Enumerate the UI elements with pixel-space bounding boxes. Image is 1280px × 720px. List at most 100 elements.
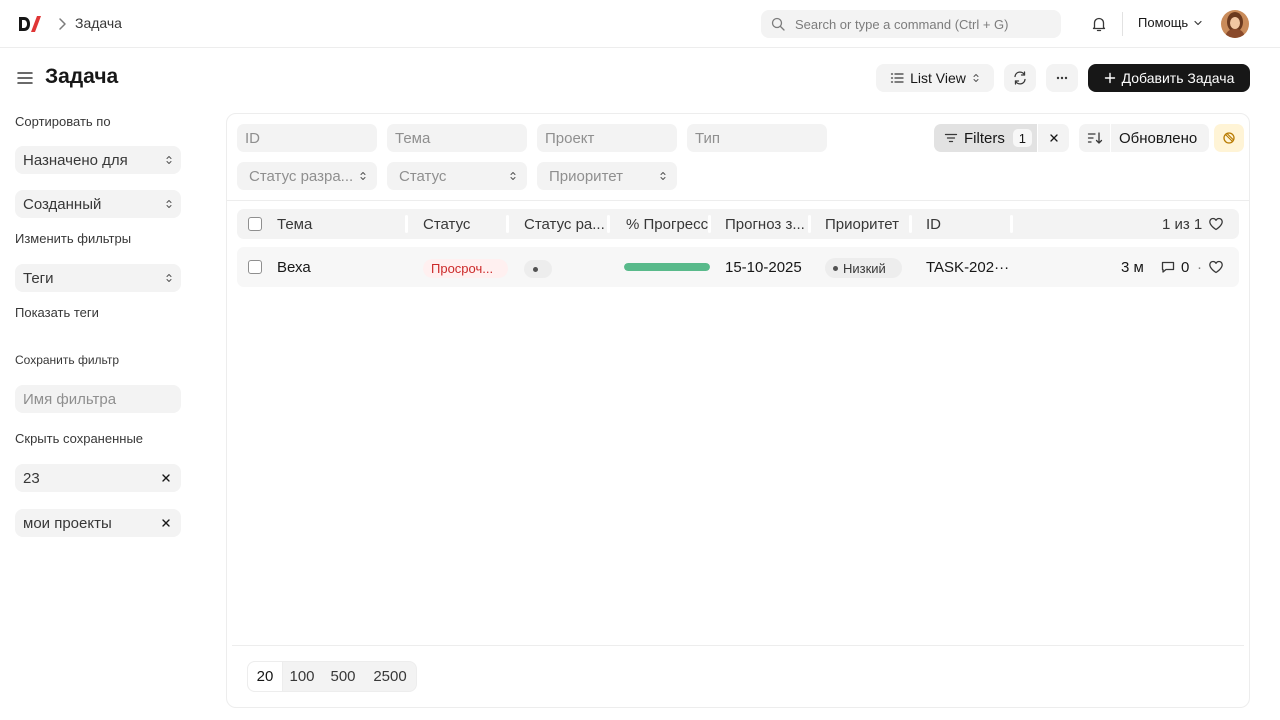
row-subject[interactable]: Веха	[277, 259, 402, 276]
created-by-select[interactable]: Созданный	[15, 190, 181, 218]
priority-filter-select[interactable]: Приоритет	[537, 162, 677, 190]
column-resize-handle[interactable]	[405, 215, 408, 233]
column-header-dev-status[interactable]: Статус ра...	[524, 216, 608, 233]
select-all-checkbox[interactable]	[248, 217, 262, 231]
help-dropdown[interactable]: Помощь	[1138, 15, 1203, 30]
dev-status-filter-select[interactable]: Статус разра...	[237, 162, 377, 190]
priority-dot-icon	[833, 265, 838, 271]
heart-icon[interactable]	[1208, 259, 1224, 275]
user-avatar[interactable]	[1221, 10, 1249, 38]
priority-filter-label: Приоритет	[549, 167, 623, 185]
updown-icon	[360, 172, 366, 180]
user-avatar-icon	[1221, 10, 1249, 38]
progress-bar-fill	[624, 263, 710, 271]
type-filter-input[interactable]	[687, 124, 827, 152]
column-header-subject[interactable]: Тема	[277, 216, 402, 233]
created-by-label: Созданный	[23, 195, 102, 213]
sort-by-label: Сортировать по	[15, 114, 111, 129]
column-resize-handle[interactable]	[708, 215, 711, 233]
search-icon	[771, 17, 785, 31]
heart-icon[interactable]	[1208, 216, 1224, 232]
column-resize-handle[interactable]	[607, 215, 610, 233]
page-size-100-button[interactable]: 100	[282, 662, 322, 691]
breadcrumb-current[interactable]: Задача	[75, 15, 122, 31]
column-resize-handle[interactable]	[909, 215, 912, 233]
more-actions-button[interactable]	[1046, 64, 1078, 92]
bell-icon[interactable]	[1090, 15, 1108, 33]
column-header-priority[interactable]: Приоритет	[825, 216, 907, 233]
close-icon[interactable]	[161, 473, 171, 483]
navbar: Задача Помощь	[0, 0, 1280, 48]
row-id: TASK-202···	[926, 259, 1010, 276]
progress-bar	[624, 263, 710, 271]
ban-icon	[1223, 132, 1235, 144]
row-comment-count: 0	[1181, 259, 1190, 276]
column-header-id[interactable]: ID	[926, 216, 1006, 233]
column-header-progress[interactable]: % Прогресс	[626, 216, 708, 233]
assigned-to-label: Назначено для	[23, 151, 128, 169]
show-tags-link[interactable]: Показать теги	[15, 305, 99, 320]
status-filter-select[interactable]: Статус	[387, 162, 527, 190]
search-bar[interactable]	[761, 10, 1061, 38]
page-size-2500-button[interactable]: 2500	[364, 662, 416, 691]
view-switcher[interactable]: List View	[876, 64, 994, 92]
id-filter-input[interactable]	[237, 124, 377, 152]
priority-badge-label: Низкий	[843, 260, 886, 276]
refresh-icon	[1014, 71, 1026, 85]
dev-status-badge	[524, 260, 552, 278]
sort-descending-icon	[1087, 132, 1102, 144]
updown-icon	[166, 274, 172, 282]
project-filter-input[interactable]	[537, 124, 677, 152]
table-row[interactable]: Веха Просроч... 15-10-2025 Низкий TASK-2…	[237, 247, 1239, 287]
page-size-20-button[interactable]: 20	[248, 662, 282, 691]
filters-label: Filters	[964, 129, 1005, 147]
panel-divider	[227, 200, 1249, 201]
row-separator: ·	[1197, 259, 1202, 276]
search-input[interactable]	[795, 16, 1055, 32]
close-icon	[1049, 134, 1058, 142]
menu-icon[interactable]	[16, 69, 34, 87]
page-length-selector: 20 100 500 2500	[247, 661, 417, 692]
add-task-button[interactable]: Добавить Задача	[1088, 64, 1250, 92]
close-icon[interactable]	[161, 518, 171, 528]
table-header: Тема Статус Статус ра... % Прогресс Прог…	[237, 209, 1239, 239]
status-filter-label: Статус	[399, 167, 447, 185]
help-label: Помощь	[1138, 15, 1189, 30]
edit-filters-link[interactable]: Изменить фильтры	[15, 231, 131, 246]
tags-select[interactable]: Теги	[15, 264, 181, 292]
refresh-button[interactable]	[1004, 64, 1036, 92]
row-modified-time: 3 м	[1121, 259, 1144, 276]
tags-label: Теги	[23, 269, 54, 287]
row-checkbox[interactable]	[248, 260, 262, 274]
column-header-status[interactable]: Статус	[423, 216, 503, 233]
priority-badge: Низкий	[825, 258, 902, 278]
saved-filter-item[interactable]: 23	[15, 464, 181, 492]
list-panel	[226, 113, 1250, 708]
updown-icon	[166, 156, 172, 164]
filters-button[interactable]: Filters 1	[934, 124, 1037, 152]
subject-filter-input[interactable]	[387, 124, 527, 152]
assigned-to-select[interactable]: Назначено для	[15, 146, 181, 174]
plus-icon	[1104, 72, 1115, 84]
filter-name-input[interactable]	[15, 385, 181, 413]
saved-filter-label: мои проекты	[23, 514, 112, 532]
sort-direction-button[interactable]	[1079, 124, 1110, 152]
app-logo-icon[interactable]	[18, 14, 42, 34]
list-icon	[890, 73, 904, 83]
clear-filters-button[interactable]	[1038, 124, 1069, 152]
column-resize-handle[interactable]	[506, 215, 509, 233]
page-title: Задача	[45, 65, 119, 88]
updown-icon	[166, 200, 172, 208]
updown-icon	[973, 74, 979, 82]
hide-saved-link[interactable]: Скрыть сохраненные	[15, 431, 143, 446]
saved-filter-item[interactable]: мои проекты	[15, 509, 181, 537]
view-switcher-label: List View	[910, 70, 966, 86]
navbar-divider	[1122, 12, 1123, 36]
sort-field-button[interactable]: Обновлено	[1111, 124, 1209, 152]
column-resize-handle[interactable]	[808, 215, 811, 233]
page-size-500-button[interactable]: 500	[322, 662, 364, 691]
clear-assignment-button[interactable]	[1214, 124, 1244, 152]
column-header-expected-end[interactable]: Прогноз з...	[725, 216, 809, 233]
column-resize-handle[interactable]	[1010, 215, 1013, 233]
chevron-down-icon	[1194, 20, 1202, 25]
